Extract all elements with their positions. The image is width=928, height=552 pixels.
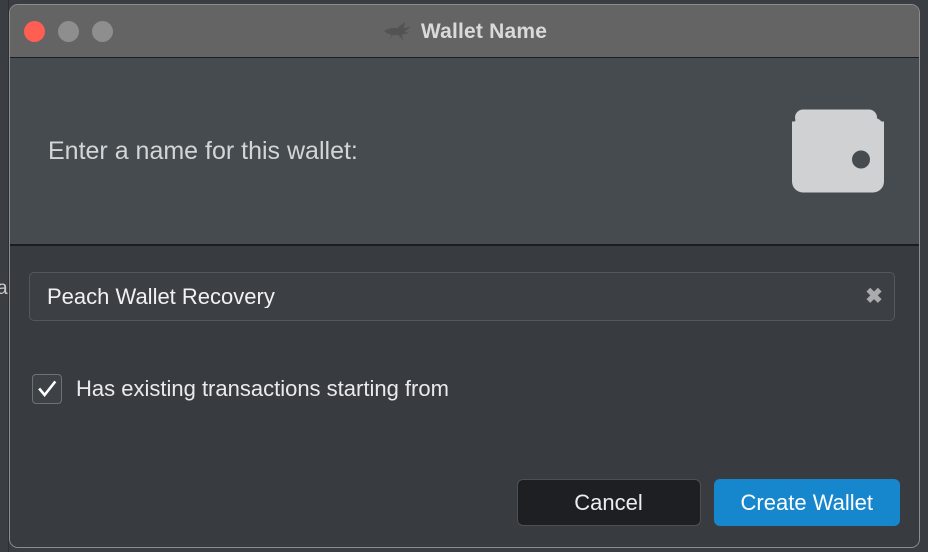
cancel-button[interactable]: Cancel	[516, 479, 701, 526]
existing-transactions-row[interactable]: Has existing transactions starting from	[32, 366, 449, 412]
wallet-name-value[interactable]: Peach Wallet Recovery	[47, 286, 854, 308]
dialog-header: Enter a name for this wallet:	[10, 58, 919, 246]
wallet-icon	[792, 109, 884, 193]
dialog-footer: Cancel Create Wallet	[516, 479, 900, 526]
existing-transactions-label: Has existing transactions starting from	[76, 376, 449, 401]
background-clipped-text: a	[0, 278, 8, 299]
dialog-body: Peach Wallet Recovery ✖ Has existing tra…	[10, 246, 919, 547]
clear-x-icon: ✖	[865, 285, 883, 308]
background-window-left-edge: a	[0, 0, 9, 552]
window-title: Wallet Name	[420, 19, 548, 43]
header-prompt: Enter a name for this wallet:	[48, 136, 358, 165]
minimize-traffic-light[interactable]	[58, 20, 79, 42]
sparrow-bird-icon	[383, 21, 411, 42]
existing-transactions-checkbox[interactable]	[32, 374, 62, 404]
maximize-traffic-light[interactable]	[92, 20, 113, 42]
window-controls	[24, 20, 113, 42]
screen: a Wallet Name Enter a name for this wall…	[0, 0, 928, 552]
checkmark-icon	[38, 380, 57, 398]
create-wallet-button[interactable]: Create Wallet	[713, 479, 900, 526]
wallet-name-input[interactable]: Peach Wallet Recovery ✖	[29, 272, 895, 321]
titlebar[interactable]: Wallet Name	[10, 5, 919, 58]
titlebar-center: Wallet Name	[10, 5, 919, 57]
close-traffic-light[interactable]	[24, 20, 45, 42]
clear-wallet-name-button[interactable]: ✖	[854, 273, 894, 320]
wallet-name-dialog: Wallet Name Enter a name for this wallet…	[9, 4, 920, 548]
